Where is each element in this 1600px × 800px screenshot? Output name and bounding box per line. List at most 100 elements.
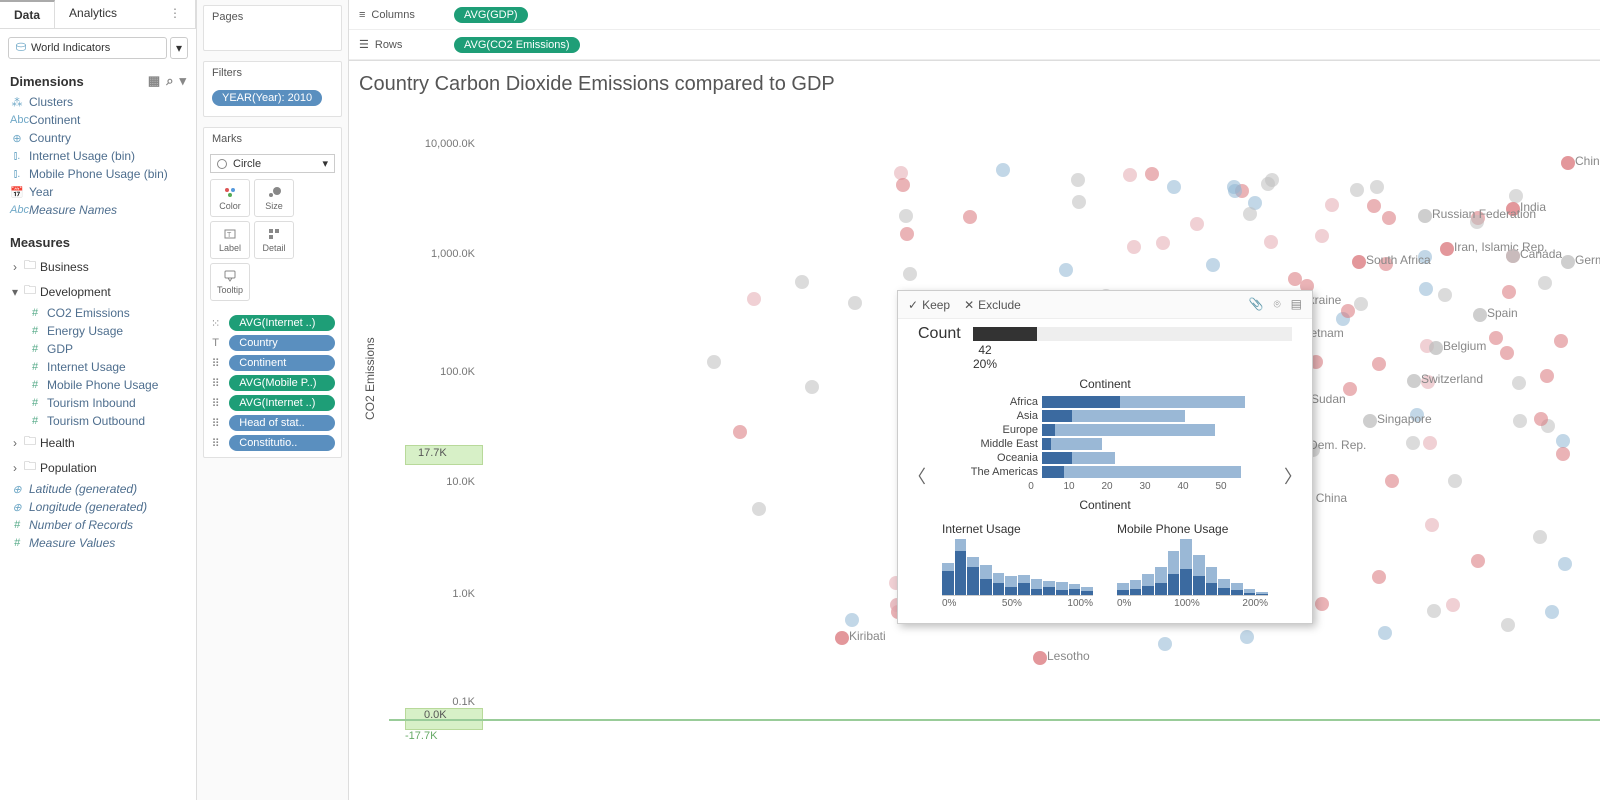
folder-health[interactable]: ›🗀Health: [6, 430, 190, 455]
data-point[interactable]: [752, 502, 766, 516]
hist-bar[interactable]: [1142, 574, 1154, 595]
data-point[interactable]: [1427, 604, 1441, 618]
data-point[interactable]: [1350, 183, 1364, 197]
hist-bar[interactable]: [1056, 582, 1068, 595]
data-point-labeled[interactable]: [1473, 308, 1487, 322]
data-point-labeled[interactable]: [1429, 341, 1443, 355]
marks-label-button[interactable]: TLabel: [210, 221, 250, 259]
data-point-labeled[interactable]: [1561, 255, 1575, 269]
marks-pill[interactable]: Constitutio..: [229, 435, 335, 451]
data-point[interactable]: [733, 425, 747, 439]
viz-area[interactable]: CO2 Emissions 10,000.0K1,000.0K100.0K10.…: [349, 100, 1600, 800]
hist-bar[interactable]: [942, 563, 954, 595]
data-point[interactable]: [1123, 168, 1137, 182]
hist-bar[interactable]: [1018, 575, 1030, 595]
data-point[interactable]: [1071, 173, 1085, 187]
data-point[interactable]: [1190, 217, 1204, 231]
marks-pill[interactable]: Head of stat..: [229, 415, 335, 431]
view-data-icon[interactable]: ▤: [1291, 297, 1302, 312]
data-point[interactable]: [1240, 630, 1254, 644]
marks-pill[interactable]: Continent: [229, 355, 335, 371]
hist-bar[interactable]: [967, 557, 979, 595]
data-point[interactable]: [1533, 530, 1547, 544]
continent-bar[interactable]: [1042, 438, 1258, 450]
data-point[interactable]: [1556, 434, 1570, 448]
hist-bar[interactable]: [1155, 567, 1167, 595]
data-point[interactable]: [1540, 369, 1554, 383]
data-point[interactable]: [1471, 554, 1485, 568]
data-point[interactable]: [1425, 518, 1439, 532]
data-point[interactable]: [1315, 229, 1329, 243]
data-point-labeled[interactable]: [1506, 249, 1520, 263]
marks-shape-select[interactable]: Circle ▾: [210, 154, 335, 173]
data-point[interactable]: [1072, 195, 1086, 209]
data-point[interactable]: [1315, 597, 1329, 611]
data-point[interactable]: [963, 210, 977, 224]
measure-internet-usage[interactable]: #Internet Usage: [6, 358, 190, 376]
data-point[interactable]: [1372, 570, 1386, 584]
data-point[interactable]: [1501, 618, 1515, 632]
data-point[interactable]: [1156, 236, 1170, 250]
hist-bar[interactable]: [1043, 581, 1055, 595]
tab-analytics[interactable]: Analytics⋮: [55, 0, 196, 28]
data-point[interactable]: [1448, 474, 1462, 488]
data-point[interactable]: [1438, 288, 1452, 302]
dimension-clusters[interactable]: ⁂Clusters: [6, 93, 190, 111]
data-point[interactable]: [1354, 297, 1368, 311]
data-point[interactable]: [795, 275, 809, 289]
measure-tourism-outbound[interactable]: #Tourism Outbound: [6, 412, 190, 430]
hist-bar[interactable]: [1005, 576, 1017, 595]
data-point[interactable]: [1167, 180, 1181, 194]
tab-menu-icon[interactable]: ⋮: [169, 6, 181, 20]
data-point-labeled[interactable]: [1561, 156, 1575, 170]
measure-tourism-inbound[interactable]: #Tourism Inbound: [6, 394, 190, 412]
data-point[interactable]: [1545, 605, 1559, 619]
columns-pill[interactable]: AVG(GDP): [454, 7, 528, 23]
continent-bar[interactable]: [1042, 410, 1258, 422]
attach-icon[interactable]: 📎: [1249, 297, 1264, 312]
hist-bar[interactable]: [980, 565, 992, 595]
data-point[interactable]: [1500, 346, 1514, 360]
data-point[interactable]: [1385, 474, 1399, 488]
hist-bar[interactable]: [1168, 551, 1180, 595]
data-point[interactable]: [848, 296, 862, 310]
hist-bar[interactable]: [1031, 579, 1043, 595]
dimension-mobile-phone-usage-bin-[interactable]: ⫾.Mobile Phone Usage (bin): [6, 165, 190, 183]
dimension-internet-usage-bin-[interactable]: ⫾.Internet Usage (bin): [6, 147, 190, 165]
measure-measure-values[interactable]: #Measure Values: [6, 534, 190, 552]
data-point[interactable]: [1378, 626, 1392, 640]
filter-pill-year[interactable]: YEAR(Year): 2010: [212, 90, 322, 106]
continent-bar[interactable]: [1042, 424, 1258, 436]
data-point[interactable]: [1370, 180, 1384, 194]
data-point[interactable]: [1243, 207, 1257, 221]
data-point[interactable]: [1512, 376, 1526, 390]
data-point[interactable]: [845, 613, 859, 627]
data-point[interactable]: [1406, 436, 1420, 450]
group-icon[interactable]: ⌾: [1273, 297, 1280, 312]
hist-bar[interactable]: [1117, 583, 1129, 595]
data-point[interactable]: [747, 292, 761, 306]
data-point[interactable]: [1325, 198, 1339, 212]
keep-button[interactable]: ✓Keep: [908, 298, 950, 312]
view-list-icon[interactable]: ▦: [148, 73, 160, 89]
hist-bar[interactable]: [1231, 583, 1243, 595]
dimension-measure-names[interactable]: AbcMeasure Names: [6, 201, 190, 219]
measure-mobile-phone-usage[interactable]: #Mobile Phone Usage: [6, 376, 190, 394]
datasource-dropdown[interactable]: ▾: [170, 37, 188, 59]
data-point[interactable]: [1059, 263, 1073, 277]
marks-pill[interactable]: AVG(Internet ..): [229, 315, 335, 331]
data-point[interactable]: [1446, 598, 1460, 612]
exclude-button[interactable]: ✕Exclude: [964, 298, 1021, 312]
hist-bar[interactable]: [1256, 592, 1268, 595]
folder-population[interactable]: ›🗀Population: [6, 455, 190, 480]
data-point-labeled[interactable]: [1418, 209, 1432, 223]
datasource-select[interactable]: World Indicators: [8, 37, 167, 59]
continent-bar[interactable]: [1042, 452, 1258, 464]
hist-bar[interactable]: [1193, 555, 1205, 595]
marks-detail-button[interactable]: Detail: [254, 221, 294, 259]
data-point[interactable]: [903, 267, 917, 281]
dimension-year[interactable]: 📅Year: [6, 183, 190, 201]
tab-data[interactable]: Data: [0, 0, 55, 28]
hist-bar[interactable]: [993, 573, 1005, 595]
hist-bar[interactable]: [1244, 589, 1256, 595]
